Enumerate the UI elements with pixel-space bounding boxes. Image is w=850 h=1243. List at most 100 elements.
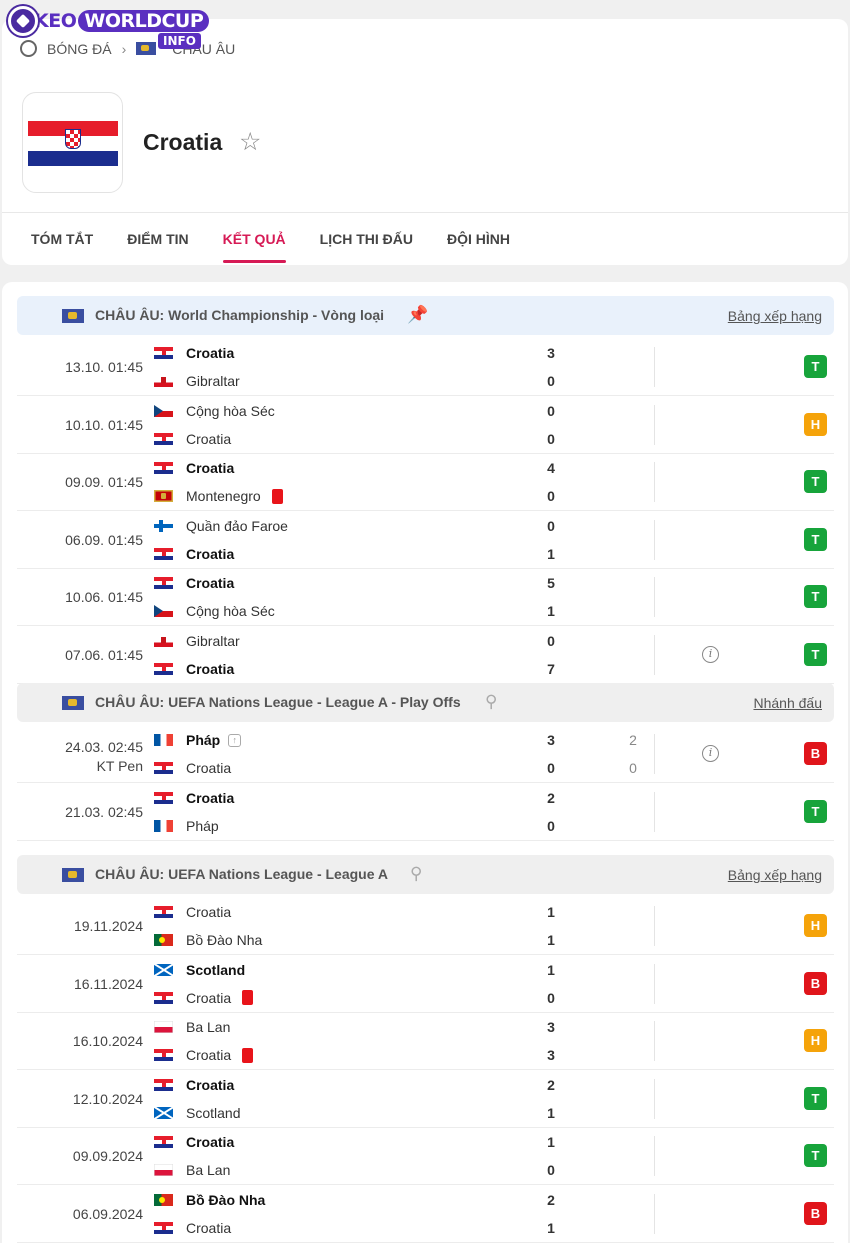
match-row[interactable]: 09.09. 01:45 Croatia 4 Montenegro 0 T	[17, 454, 834, 511]
site-logo[interactable]: KEO WORLDCUP INFO	[8, 6, 210, 49]
match-row[interactable]: 21.03. 02:45 Croatia 2 Pháp 0 T	[17, 784, 834, 841]
home-team: Bồ Đào Nha	[154, 1190, 265, 1210]
competition-link[interactable]: Nhánh đấu	[753, 695, 822, 711]
hr-flag-icon	[154, 577, 173, 589]
match-row[interactable]: 13.10. 01:45 Croatia 3 Gibraltar 0 T	[17, 339, 834, 396]
hr-flag-icon	[154, 1049, 173, 1061]
home-score: 4	[547, 460, 555, 476]
away-score: 0	[547, 1162, 555, 1178]
home-team: Croatia	[154, 573, 234, 593]
hr-flag-icon	[154, 547, 173, 560]
match-row[interactable]: 19.11.2024 Croatia 1 Bồ Đào Nha 1 H	[17, 898, 834, 955]
away-team: Croatia	[154, 988, 254, 1008]
pl-flag-icon	[154, 1164, 173, 1176]
favorite-star-icon[interactable]: ☆	[239, 128, 261, 156]
result-badge: H	[804, 1029, 827, 1052]
match-row[interactable]: 10.10. 01:45 Cộng hòa Séc 0 Croatia 0 H	[17, 397, 834, 454]
pin-filled-icon[interactable]: 📌	[407, 306, 428, 324]
hr-flag-icon	[154, 906, 173, 918]
team-name: Croatia	[186, 1047, 232, 1063]
divider	[654, 791, 655, 832]
team-name: Croatia	[186, 575, 235, 591]
competition-name[interactable]: CHÂU ÂU: UEFA Nations League - League A …	[95, 694, 461, 710]
competition-name[interactable]: CHÂU ÂU: UEFA Nations League - League A	[95, 866, 388, 882]
divider	[654, 347, 655, 387]
away-score: 1	[547, 932, 555, 948]
team-name: Bồ Đào Nha	[186, 932, 263, 948]
soccer-ball-icon	[20, 40, 37, 57]
team-name: Pháp	[186, 817, 219, 834]
away-team: Bồ Đào Nha	[154, 930, 262, 950]
result-badge: B	[804, 742, 827, 765]
fr-flag-icon	[154, 734, 173, 746]
home-score: 0	[547, 632, 555, 649]
team-name: Gibraltar	[186, 632, 240, 649]
away-team: Scotland	[154, 1103, 240, 1123]
match-row[interactable]: 16.11.2024 Scotland 1 Croatia 0 B	[17, 956, 834, 1013]
match-row[interactable]: 06.09. 01:45 Quần đảo Faroe 0 Croatia 1 T	[17, 512, 834, 569]
home-team: Croatia	[154, 458, 234, 478]
match-date: 10.06. 01:45	[65, 589, 143, 605]
tab-4[interactable]: ĐỘI HÌNH	[430, 222, 527, 263]
away-score: 0	[547, 430, 555, 447]
home-team: Scotland	[154, 960, 245, 980]
sc-flag-icon	[154, 963, 173, 976]
divider	[654, 963, 655, 1004]
away-team: Croatia	[154, 659, 234, 679]
result-badge: T	[804, 642, 827, 666]
divider	[654, 1078, 655, 1119]
hr-flag-icon	[154, 662, 173, 675]
tab-2[interactable]: KẾT QUẢ	[206, 222, 303, 263]
hr-flag-icon	[154, 1136, 173, 1148]
tab-1[interactable]: ĐIỂM TIN	[110, 222, 205, 263]
match-row[interactable]: 16.10.2024 Ba Lan 3 Croatia 3 H	[17, 1013, 834, 1070]
tab-3[interactable]: LỊCH THI ĐẤU	[303, 222, 430, 263]
home-team: Gibraltar	[154, 631, 240, 651]
result-badge: T	[804, 355, 827, 378]
result-badge: H	[804, 914, 827, 937]
match-date: 21.03. 02:45	[65, 803, 143, 820]
match-date: 07.06. 01:45	[65, 646, 143, 663]
home-score: 3	[547, 345, 555, 361]
red-card-icon	[242, 1047, 254, 1063]
croatia-flag-icon	[28, 121, 118, 166]
competition-header: CHÂU ÂU: World Championship - Vòng loại 📌…	[17, 296, 834, 335]
tab-0[interactable]: TÓM TẮT	[14, 222, 110, 263]
match-row[interactable]: 07.06. 01:45 Gibraltar 0 Croatia 7 i T	[17, 627, 834, 684]
team-name: Croatia	[143, 129, 223, 155]
hr-flag-icon	[154, 1078, 173, 1091]
team-name: Croatia	[186, 1076, 235, 1093]
match-row[interactable]: 06.09.2024 Bồ Đào Nha 2 Croatia 1 B	[17, 1186, 834, 1243]
home-team: Croatia	[154, 1132, 234, 1152]
team-logo	[22, 92, 123, 193]
info-icon[interactable]: i	[702, 745, 719, 762]
pl-flag-icon	[154, 1021, 173, 1033]
hr-flag-icon	[154, 1221, 173, 1234]
pin-icon[interactable]: ⚲	[410, 865, 422, 883]
soccer-ball-icon	[8, 6, 38, 36]
hr-flag-icon	[154, 991, 173, 1004]
competition-link[interactable]: Bảng xếp hạng	[728, 308, 822, 324]
match-date: 06.09. 01:45	[65, 531, 143, 548]
home-team: Quần đảo Faroe	[154, 516, 288, 536]
match-note: KT Pen	[96, 758, 143, 774]
competition-link[interactable]: Bảng xếp hạng	[728, 867, 822, 883]
team-name: Croatia	[186, 760, 232, 776]
match-row[interactable]: 09.09.2024 Croatia 1 Ba Lan 0 T	[17, 1128, 834, 1185]
away-score: 0	[547, 817, 555, 834]
info-icon[interactable]: i	[702, 645, 719, 663]
match-row[interactable]: 24.03. 02:45 KT Pen Pháp ↑ 3 2 Croatia 0 0 i B	[17, 726, 834, 783]
europe-icon	[136, 42, 157, 55]
match-row[interactable]: 12.10.2024 Croatia 2 Scotland 1 T	[17, 1071, 834, 1128]
away-score: 3	[547, 1047, 555, 1063]
hr-flag-icon	[154, 791, 173, 804]
away-team: Croatia	[154, 1045, 254, 1065]
pin-icon[interactable]: ⚲	[485, 693, 497, 711]
match-row[interactable]: 10.06. 01:45 Croatia 5 Cộng hòa Séc 1 T	[17, 569, 834, 626]
match-date: 16.10.2024	[72, 1033, 143, 1049]
away-team: Montenegro	[154, 486, 283, 506]
breadcrumb-sport[interactable]: BÓNG ĐÁ	[47, 41, 112, 57]
away-score: 1	[547, 545, 555, 562]
team-name: Croatia	[186, 430, 232, 447]
competition-name[interactable]: CHÂU ÂU: World Championship - Vòng loại	[95, 307, 384, 323]
